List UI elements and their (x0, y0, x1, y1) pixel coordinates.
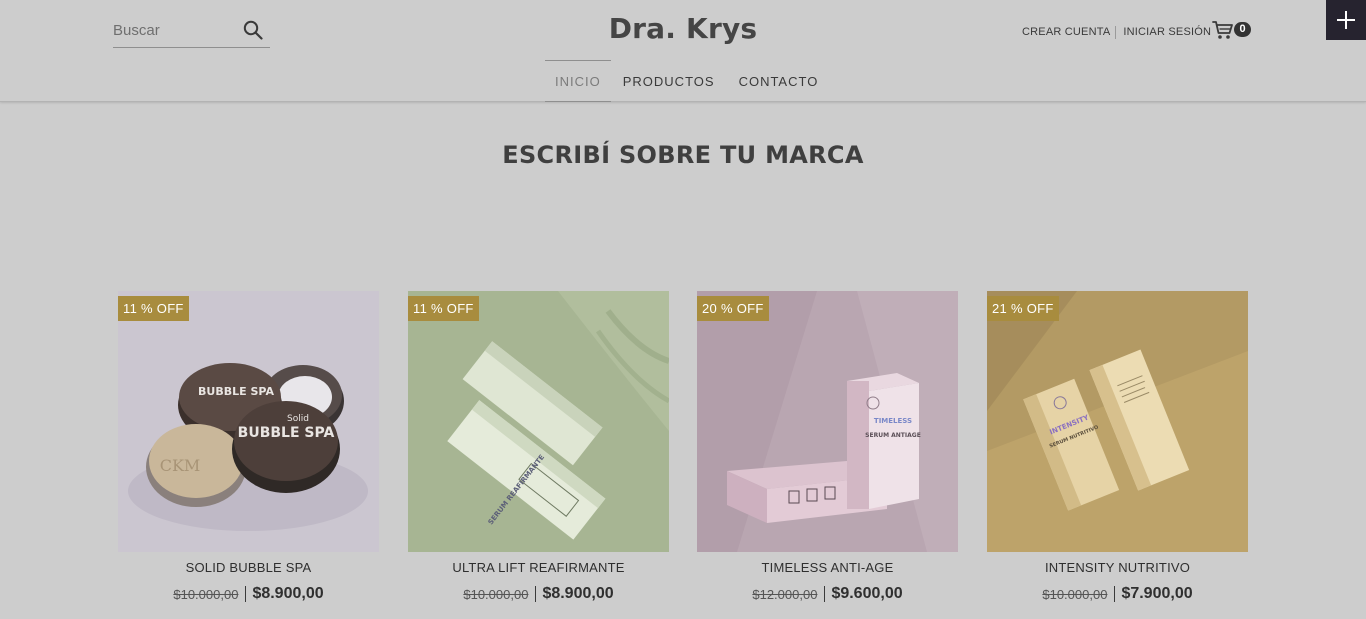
product-jar-text: BUBBLE SPA (238, 425, 335, 441)
product-name[interactable]: SOLID BUBBLE SPA (118, 560, 379, 575)
product-image[interactable]: SERUM REAFIRMANTE 11 % OFF (408, 291, 669, 552)
product-name[interactable]: ULTRA LIFT REAFIRMANTE (408, 560, 669, 575)
product-name[interactable]: INTENSITY NUTRITIVO (987, 560, 1248, 575)
main-nav: INICIO PRODUCTOS CONTACTO (545, 60, 830, 102)
add-button[interactable] (1326, 0, 1366, 40)
price-row: $10.000,00 $8.900,00 (118, 585, 379, 603)
product-jar-logo: CKM (160, 456, 201, 475)
product-card[interactable]: TIMELESS SERUM ANTIAGE 20 % OFF TIMELESS… (697, 291, 958, 603)
old-price: $10.000,00 (1042, 586, 1108, 602)
discount-badge: 20 % OFF (697, 296, 769, 321)
account-links: CREAR CUENTA INICIAR SESIÓN (1022, 25, 1211, 39)
price-row: $10.000,00 $8.900,00 (408, 585, 669, 603)
price-row: $10.000,00 $7.900,00 (987, 585, 1248, 603)
price-divider (824, 586, 826, 602)
account-divider (1115, 25, 1117, 39)
create-account-link[interactable]: CREAR CUENTA (1022, 26, 1110, 38)
product-box-subtitle: SERUM ANTIAGE (865, 432, 921, 439)
product-box-title: TIMELESS (874, 417, 912, 425)
price-divider (245, 586, 247, 602)
current-price: $7.900,00 (1121, 585, 1193, 602)
price-row: $12.000,00 $9.600,00 (697, 585, 958, 603)
brand-headline: ESCRIBÍ SOBRE TU MARCA (502, 141, 864, 169)
old-price: $10.000,00 (463, 586, 529, 602)
old-price: $12.000,00 (752, 586, 818, 602)
plus-icon (1337, 11, 1355, 29)
product-jar-brand: Solid (287, 414, 309, 424)
product-image[interactable]: INTENSITY SERUM NUTRITIVO 21 % OFF (987, 291, 1248, 552)
login-link[interactable]: INICIAR SESIÓN (1123, 26, 1211, 38)
current-price: $9.600,00 (831, 585, 903, 602)
nav-item-contacto[interactable]: CONTACTO (727, 60, 831, 102)
discount-badge: 21 % OFF (987, 296, 1059, 321)
current-price: $8.900,00 (542, 585, 614, 602)
old-price: $10.000,00 (173, 586, 239, 602)
cart-icon (1212, 21, 1233, 39)
nav-item-productos[interactable]: PRODUCTOS (611, 60, 727, 102)
product-image[interactable]: TIMELESS SERUM ANTIAGE 20 % OFF (697, 291, 958, 552)
nav-item-inicio[interactable]: INICIO (545, 60, 611, 102)
product-image[interactable]: BUBBLE SPA Solid BUBBLE SPA CKM 11 % OFF (118, 291, 379, 552)
discount-badge: 11 % OFF (118, 296, 189, 321)
product-card[interactable]: INTENSITY SERUM NUTRITIVO 21 % OFF INTEN… (987, 291, 1248, 603)
current-price: $8.900,00 (252, 585, 324, 602)
cart-button[interactable]: 0 (1212, 18, 1252, 42)
product-name[interactable]: TIMELESS ANTI-AGE (697, 560, 958, 575)
site-header: Dra. Krys CREAR CUENTA INICIAR SESIÓN 0 … (0, 0, 1366, 102)
product-card[interactable]: SERUM REAFIRMANTE 11 % OFF ULTRA LIFT RE… (408, 291, 669, 603)
price-divider (535, 586, 537, 602)
product-jar-text-back: BUBBLE SPA (198, 385, 274, 398)
product-card[interactable]: BUBBLE SPA Solid BUBBLE SPA CKM 11 % OFF… (118, 291, 379, 603)
discount-badge: 11 % OFF (408, 296, 479, 321)
cart-count-badge: 0 (1234, 22, 1251, 37)
price-divider (1114, 586, 1116, 602)
